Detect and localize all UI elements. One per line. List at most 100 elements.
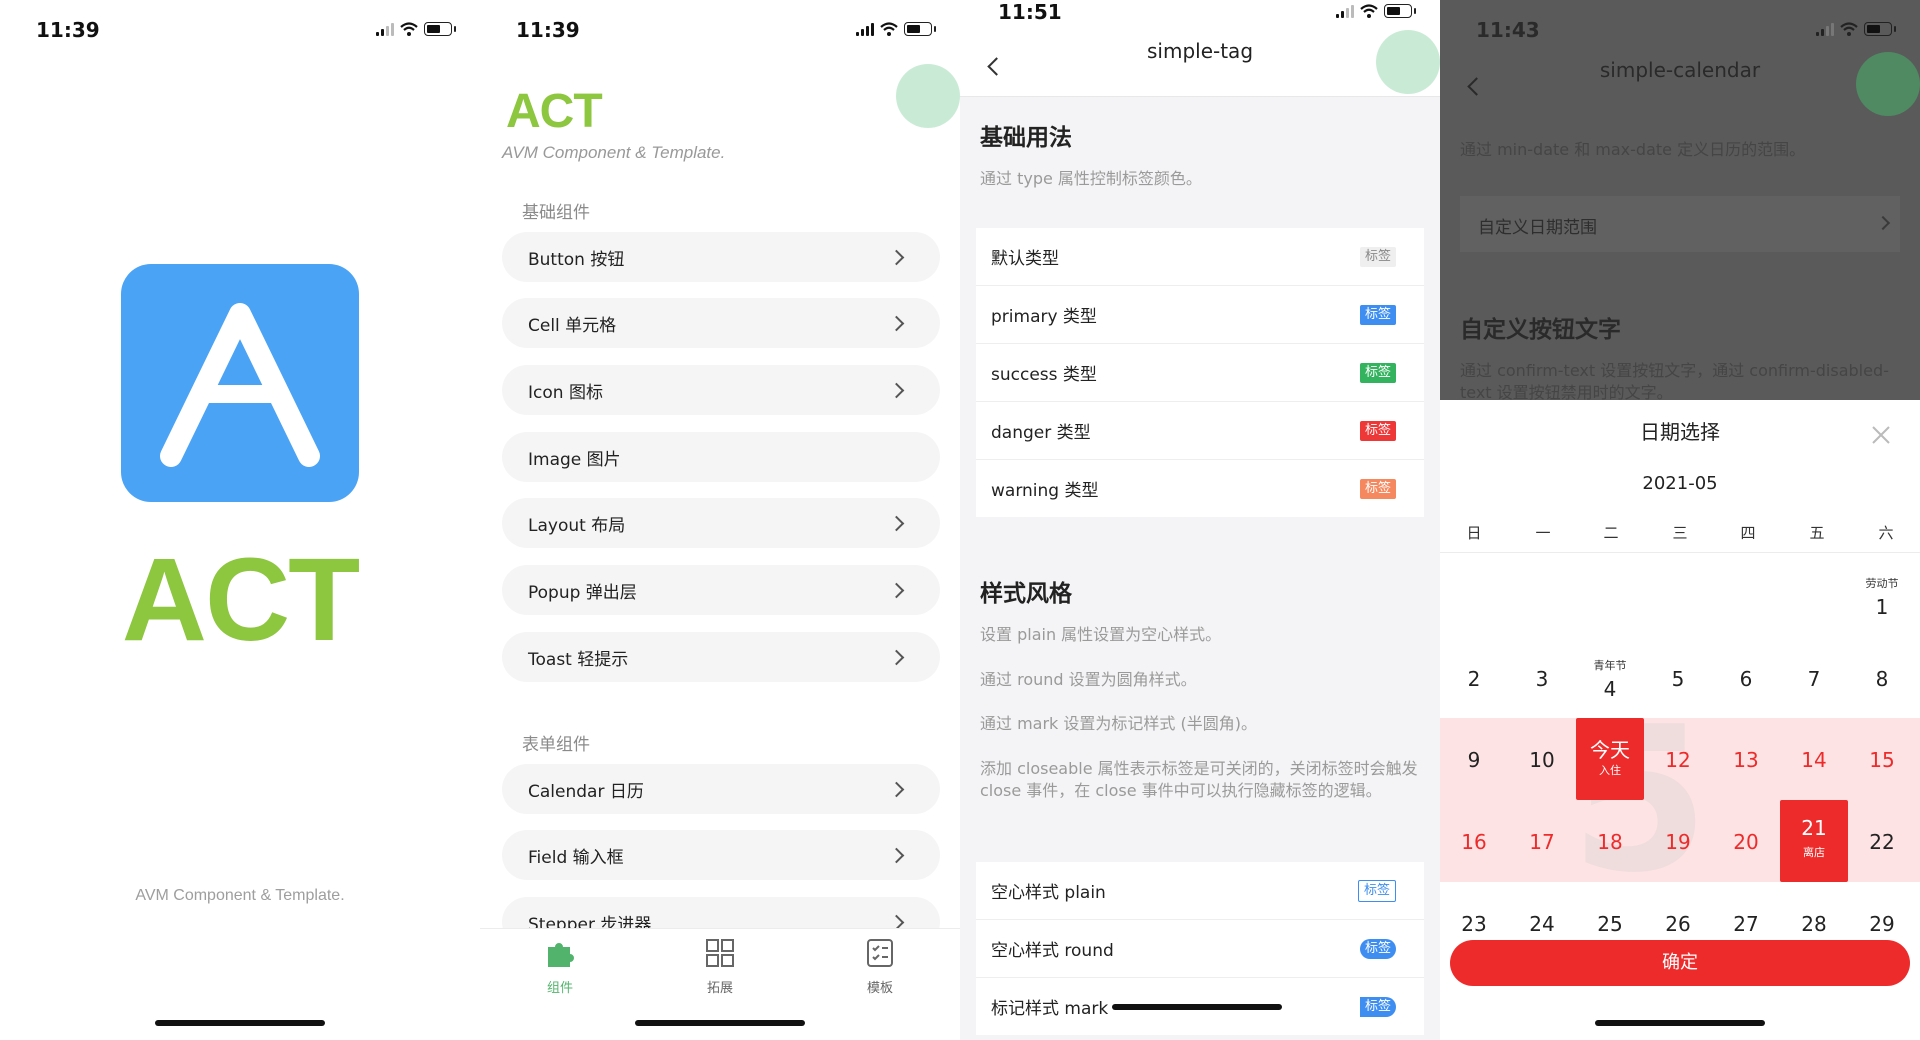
- calendar-day[interactable]: 18: [1576, 800, 1644, 882]
- calendar-day[interactable]: 离店 21: [1780, 800, 1848, 882]
- section-desc: 通过 mark 设置为标记样式 (半圆角)。: [980, 714, 1257, 733]
- row-label: 空心样式 plain: [991, 883, 1106, 903]
- row-label: 标记样式 mark: [991, 999, 1109, 1019]
- battery-icon: [904, 22, 936, 36]
- tag-primary: 标签: [1359, 304, 1396, 325]
- calendar-day[interactable]: 3: [1508, 637, 1576, 719]
- day-number: 9: [1467, 748, 1481, 772]
- menu-item-toast[interactable]: Toast 轻提示: [502, 632, 940, 682]
- chevron-right-icon: [888, 249, 905, 265]
- tab-label: 组件: [546, 981, 573, 996]
- calendar-day[interactable]: 19: [1644, 800, 1712, 882]
- range-sub-label: 入住: [1599, 764, 1621, 777]
- day-number: 12: [1665, 748, 1691, 772]
- day-number: 29: [1869, 912, 1895, 936]
- calendar-day[interactable]: 青年节 4: [1576, 637, 1644, 719]
- menu-item-image[interactable]: Image 图片: [502, 432, 940, 482]
- calendar-sheet: 日期选择 2021-05 日 一 二 三 四 五 六 5 劳动节 1 2 3 青年节 4 5…: [1440, 400, 1920, 1040]
- tab-extensions[interactable]: 拓展: [680, 937, 760, 996]
- calendar-day[interactable]: 15: [1848, 718, 1916, 800]
- month-title: 2021-05: [1642, 473, 1718, 494]
- splash-footer: AVM Component & Template.: [135, 887, 345, 904]
- calendar-day[interactable]: 入住 今天: [1576, 718, 1644, 800]
- menu-item-icon[interactable]: Icon 图标: [502, 365, 940, 415]
- day-number: 25: [1597, 912, 1623, 936]
- menu-item-popup[interactable]: Popup 弹出层: [502, 565, 940, 615]
- calendar-day[interactable]: 14: [1780, 718, 1848, 800]
- simple-calendar-screen: 11:43 simple-calendar 通过 min-date 和 max-…: [1440, 0, 1920, 1040]
- calendar-day[interactable]: 5: [1644, 637, 1712, 719]
- chevron-right-icon: [1875, 215, 1891, 231]
- tab-label: 拓展: [706, 981, 733, 996]
- floating-debug-button[interactable]: [1376, 30, 1440, 94]
- calendar-day[interactable]: 22: [1848, 800, 1916, 882]
- day-number: 6: [1739, 667, 1753, 691]
- menu-item-cell[interactable]: Cell 单元格: [502, 298, 940, 348]
- signal-icon: [856, 23, 874, 36]
- calendar-day[interactable]: 6: [1712, 637, 1780, 719]
- floating-debug-button[interactable]: [1856, 52, 1920, 116]
- status-time: 11:51: [998, 0, 1062, 24]
- day-number: 7: [1807, 667, 1821, 691]
- section-title: 基础用法: [980, 125, 1072, 151]
- wifi-icon: [1360, 4, 1378, 18]
- day-number: 2: [1467, 667, 1481, 691]
- day-number: 27: [1733, 912, 1759, 936]
- list-item: 默认类型 标签: [976, 228, 1424, 286]
- calendar-day[interactable]: 10: [1508, 718, 1576, 800]
- divider: [1440, 552, 1920, 553]
- list-item: success 类型 标签: [976, 344, 1424, 402]
- custom-range-cell[interactable]: 自定义日期范围: [1460, 196, 1900, 252]
- signal-icon: [376, 23, 394, 36]
- floating-debug-button[interactable]: [896, 64, 960, 128]
- chevron-right-icon: [888, 515, 905, 531]
- day-number: 3: [1535, 667, 1549, 691]
- tab-templates[interactable]: 模板: [840, 937, 920, 996]
- home-indicator: [1595, 1020, 1765, 1026]
- calendar-day[interactable]: 17: [1508, 800, 1576, 882]
- section-basic: 基础组件: [522, 203, 590, 223]
- section-desc: 通过 round 设置为圆角样式。: [980, 670, 1197, 689]
- calendar-day[interactable]: 12: [1644, 718, 1712, 800]
- battery-icon: [1864, 22, 1896, 36]
- menu-item-field[interactable]: Field 输入框: [502, 830, 940, 880]
- signal-icon: [1816, 23, 1834, 36]
- home-indicator: [635, 1020, 805, 1026]
- calendar-day[interactable]: 13: [1712, 718, 1780, 800]
- menu-item-layout[interactable]: Layout 布局: [502, 498, 940, 548]
- tag-round: 标签: [1359, 938, 1396, 959]
- day-number: 20: [1733, 830, 1759, 854]
- chevron-right-icon: [888, 649, 905, 665]
- day-number: 23: [1461, 912, 1487, 936]
- close-icon[interactable]: [1870, 424, 1892, 446]
- app-logo: [121, 264, 359, 502]
- menu-item-button[interactable]: Button 按钮: [502, 232, 940, 282]
- menu-item-label: Icon 图标: [528, 382, 603, 403]
- wifi-icon: [400, 22, 418, 36]
- chevron-right-icon: [888, 315, 905, 331]
- calendar-day[interactable]: 8: [1848, 637, 1916, 719]
- range-end-label: 21: [1801, 816, 1827, 840]
- status-icons: [856, 22, 936, 36]
- section-desc: 通过 type 属性控制标签颜色。: [980, 169, 1202, 188]
- day-number: 14: [1801, 748, 1827, 772]
- calendar-day[interactable]: 7: [1780, 637, 1848, 719]
- section-title: 样式风格: [980, 581, 1072, 607]
- wifi-icon: [880, 22, 898, 36]
- confirm-button[interactable]: 确定: [1450, 940, 1910, 986]
- modal-overlay[interactable]: 11:43 simple-calendar 通过 min-date 和 max-…: [1440, 0, 1920, 402]
- day-number: 24: [1529, 912, 1555, 936]
- calendar-day[interactable]: 2: [1440, 637, 1508, 719]
- calendar-day[interactable]: 9: [1440, 718, 1508, 800]
- home-indicator: [1112, 1004, 1282, 1010]
- calendar-day[interactable]: 劳动节 1: [1848, 555, 1916, 637]
- calendar-day[interactable]: 16: [1440, 800, 1508, 882]
- menu-item-calendar[interactable]: Calendar 日历: [502, 764, 940, 814]
- row-label: danger 类型: [991, 423, 1091, 443]
- day-number: 5: [1671, 667, 1685, 691]
- calendar-day[interactable]: 20: [1712, 800, 1780, 882]
- tab-components[interactable]: 组件: [520, 937, 600, 996]
- day-number: 4: [1603, 677, 1617, 701]
- status-time: 11:39: [36, 18, 100, 42]
- menu-item-label: Button 按钮: [528, 249, 625, 270]
